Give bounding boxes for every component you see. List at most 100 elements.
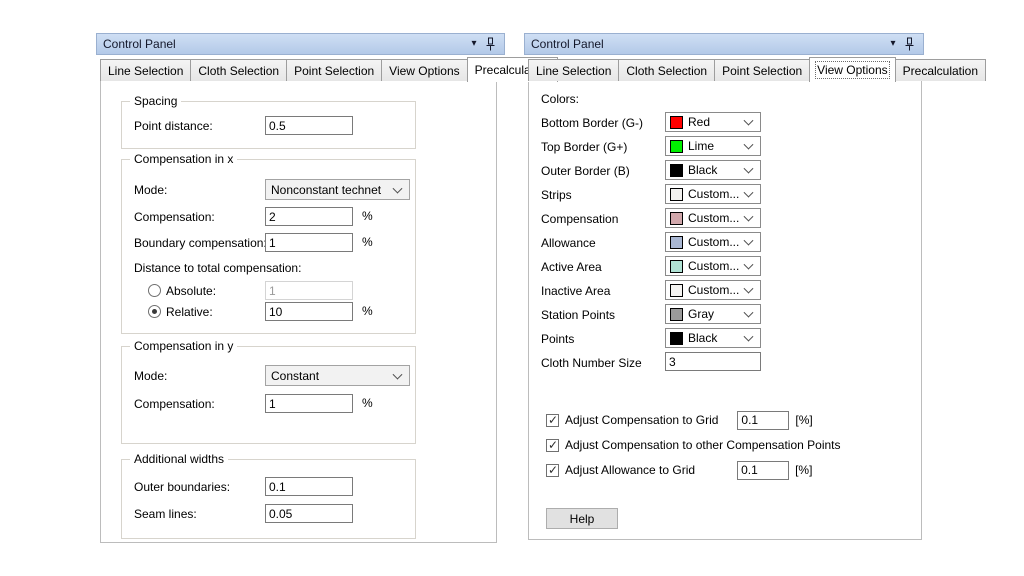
color-select-station-points[interactable]: Gray xyxy=(665,304,761,324)
relative-label[interactable]: Relative: xyxy=(166,305,213,319)
color-select-inactive-area[interactable]: Custom... xyxy=(665,280,761,300)
tab-cloth-selection[interactable]: Cloth Selection xyxy=(618,59,715,81)
color-row-label: Station Points xyxy=(541,308,615,322)
percent-label: % xyxy=(362,396,373,410)
adjust-compensation-points-row: Adjust Compensation to other Compensatio… xyxy=(546,435,841,455)
percent-label: % xyxy=(362,209,373,223)
compensation-y-input[interactable] xyxy=(265,394,353,413)
adjust-compensation-points-checkbox[interactable] xyxy=(546,439,559,452)
color-swatch xyxy=(670,116,683,129)
tab-precalculation[interactable]: Precalculation xyxy=(895,59,986,81)
adjust-allowance-grid-checkbox[interactable] xyxy=(546,464,559,477)
adjust-compensation-grid-row: Adjust Compensation to Grid [%] xyxy=(546,410,813,430)
color-select-points[interactable]: Black xyxy=(665,328,761,348)
color-row-label: Compensation xyxy=(541,212,618,226)
color-select-strips[interactable]: Custom... xyxy=(665,184,761,204)
pin-icon[interactable] xyxy=(482,36,498,52)
adjust-allowance-grid-row: Adjust Allowance to Grid [%] xyxy=(546,460,812,480)
adjust-allowance-grid-input[interactable] xyxy=(737,461,789,480)
tab-line-selection[interactable]: Line Selection xyxy=(528,59,619,81)
color-swatch xyxy=(670,308,683,321)
group-spacing: Spacing Point distance: xyxy=(121,101,416,149)
left-control-panel: Control Panel ▾ Line Selection Cloth Sel… xyxy=(96,33,505,545)
left-tabstrip: Line Selection Cloth Selection Point Sel… xyxy=(100,57,557,81)
color-row-label: Bottom Border (G-) xyxy=(541,116,643,130)
help-button[interactable]: Help xyxy=(546,508,618,529)
mode-y-label: Mode: xyxy=(134,369,167,383)
color-row-label: Inactive Area xyxy=(541,284,610,298)
pin-icon[interactable] xyxy=(901,36,917,52)
chevron-down-icon xyxy=(393,183,403,193)
boundary-compensation-label: Boundary compensation: xyxy=(134,236,267,250)
chevron-down-icon xyxy=(744,140,754,150)
compensation-y-label: Compensation: xyxy=(134,397,215,411)
color-swatch xyxy=(670,260,683,273)
point-distance-label: Point distance: xyxy=(134,119,213,133)
color-select-top-border[interactable]: Lime xyxy=(665,136,761,156)
color-row-label: Points xyxy=(541,332,574,346)
chevron-down-icon xyxy=(744,332,754,342)
cloth-number-size-input[interactable] xyxy=(665,352,761,371)
chevron-down-icon xyxy=(744,116,754,126)
outer-boundaries-input[interactable] xyxy=(265,477,353,496)
tab-line-selection[interactable]: Line Selection xyxy=(100,59,191,81)
chevron-down-icon xyxy=(393,369,403,379)
panel-title: Control Panel xyxy=(103,37,466,51)
chevron-down-icon xyxy=(744,212,754,222)
tab-point-selection[interactable]: Point Selection xyxy=(286,59,382,81)
relative-input[interactable] xyxy=(265,302,353,321)
group-additional-widths: Additional widths Outer boundaries: Seam… xyxy=(121,459,416,539)
chevron-down-icon xyxy=(744,164,754,174)
absolute-label[interactable]: Absolute: xyxy=(166,284,216,298)
adjust-compensation-grid-checkbox[interactable] xyxy=(546,414,559,427)
checkbox-label[interactable]: Adjust Compensation to other Compensatio… xyxy=(565,438,841,452)
absolute-radio[interactable] xyxy=(148,284,161,297)
color-select-outer-border[interactable]: Black xyxy=(665,160,761,180)
color-select-allowance[interactable]: Custom... xyxy=(665,232,761,252)
color-row-label: Active Area xyxy=(541,260,602,274)
view-options-page: Colors: Bottom Border (G-) Red Top Borde… xyxy=(528,80,922,540)
group-title: Compensation in y xyxy=(130,339,237,353)
color-select-compensation[interactable]: Custom... xyxy=(665,208,761,228)
panel-menu-caret-icon[interactable]: ▾ xyxy=(885,36,901,52)
checkbox-label[interactable]: Adjust Allowance to Grid xyxy=(565,463,695,477)
color-swatch xyxy=(670,236,683,249)
checkbox-label[interactable]: Adjust Compensation to Grid xyxy=(565,413,718,427)
tab-point-selection[interactable]: Point Selection xyxy=(714,59,810,81)
color-swatch xyxy=(670,188,683,201)
color-select-active-area[interactable]: Custom... xyxy=(665,256,761,276)
seam-lines-input[interactable] xyxy=(265,504,353,523)
tab-view-options[interactable]: View Options xyxy=(809,57,895,82)
relative-radio[interactable] xyxy=(148,305,161,318)
group-compensation-y: Compensation in y Mode: Constant Compens… xyxy=(121,346,416,444)
right-tabstrip: Line Selection Cloth Selection Point Sel… xyxy=(528,57,985,81)
color-swatch xyxy=(670,140,683,153)
tab-view-options[interactable]: View Options xyxy=(381,59,467,81)
panel-menu-caret-icon[interactable]: ▾ xyxy=(466,36,482,52)
compensation-x-label: Compensation: xyxy=(134,210,215,224)
outer-boundaries-label: Outer boundaries: xyxy=(134,480,230,494)
right-control-panel: Control Panel ▾ Line Selection Cloth Sel… xyxy=(524,33,924,542)
distance-total-label: Distance to total compensation: xyxy=(134,261,301,275)
right-titlebar: Control Panel ▾ xyxy=(524,33,924,55)
boundary-compensation-input[interactable] xyxy=(265,233,353,252)
percent-unit-label: [%] xyxy=(795,413,812,427)
percent-label: % xyxy=(362,235,373,249)
color-swatch xyxy=(670,164,683,177)
point-distance-input[interactable] xyxy=(265,116,353,135)
colors-section-label: Colors: xyxy=(541,92,579,106)
tab-cloth-selection[interactable]: Cloth Selection xyxy=(190,59,287,81)
compensation-x-input[interactable] xyxy=(265,207,353,226)
cloth-number-size-label: Cloth Number Size xyxy=(541,356,642,370)
mode-y-select[interactable]: Constant xyxy=(265,365,410,386)
group-compensation-x: Compensation in x Mode: Nonconstant tech… xyxy=(121,159,416,334)
precalculation-page: Spacing Point distance: Compensation in … xyxy=(100,80,497,543)
color-row-label: Strips xyxy=(541,188,572,202)
chevron-down-icon xyxy=(744,284,754,294)
color-select-bottom-border[interactable]: Red xyxy=(665,112,761,132)
adjust-compensation-grid-input[interactable] xyxy=(737,411,789,430)
chevron-down-icon xyxy=(744,260,754,270)
percent-unit-label: [%] xyxy=(795,463,812,477)
panel-title: Control Panel xyxy=(531,37,885,51)
mode-x-select[interactable]: Nonconstant technet xyxy=(265,179,410,200)
